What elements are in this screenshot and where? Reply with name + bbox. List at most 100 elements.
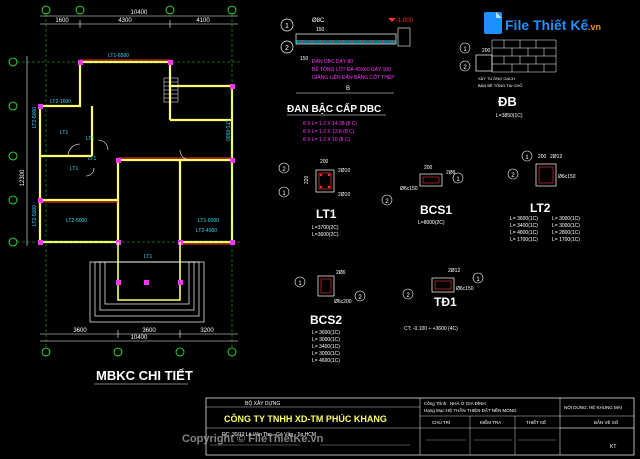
bcs2-marker-1-text: 1: [298, 281, 302, 287]
beam-label-lintel-c: LT1: [70, 166, 78, 172]
tb-item: HỆ THẦN THIỆN ĐẤT NỀN MÓNG: [446, 406, 517, 413]
beam-label-middle: LT1: [86, 136, 94, 142]
db-section: [475, 54, 493, 72]
lt2-length-r1: L= 3000(1C): [552, 216, 580, 222]
db-brick-wall: [491, 39, 557, 73]
slab-marker-1-text: 1: [285, 23, 289, 30]
bcs2-marker-2-text: 2: [358, 295, 362, 301]
bcs1-detail: 2 1 200 2Ø6 Ø6c150 BCS1 L=8000(2C): [381, 165, 464, 226]
td1-marker-1-text: 1: [476, 277, 480, 283]
tb-sheet-label: BẢN VẼ SỐ: [594, 419, 619, 425]
lt2-length-r4: L= 1700(1C): [552, 237, 580, 243]
beam-label-lintel-a: LT1: [60, 130, 68, 136]
td1-bar-2: Ø6c150: [456, 286, 474, 292]
bcs2-bar-1: 2Ø6: [336, 270, 346, 276]
bcs1-title: BCS1: [420, 203, 452, 217]
beam-label-bottom-left: LT2-5000: [66, 218, 87, 224]
bcs1-marker-1-text: 1: [456, 177, 460, 183]
tb-scale: KT: [610, 444, 616, 450]
tb-col-b: KIỂM TRA: [480, 419, 501, 425]
plan-porch-columns: [116, 280, 183, 285]
logo-domain: .vn: [588, 22, 601, 32]
plan-grid-lines: [17, 14, 240, 348]
bcs2-stirrup: [320, 278, 332, 294]
td1-stirrup: [434, 280, 452, 290]
bcs1-marker-2-text: 2: [385, 199, 389, 205]
plan-porch: [117, 242, 181, 301]
slab-level: -1.000: [396, 18, 414, 24]
lt2-detail: 1 2 200 2Ø12 Ø6c150 LT2 L= 3600(1C) L= 3…: [507, 150, 580, 243]
slab-dim-top: 150: [316, 27, 325, 33]
db-note-a: XÂY TƯỜNG GẠCH: [478, 76, 515, 81]
grid-bubbles-left: [8, 57, 18, 247]
plan-top-dim-2: 4300: [118, 18, 132, 24]
lt2-dim: 200: [538, 154, 547, 160]
tb-header: BỘ XÂY DỰNG: [245, 400, 280, 407]
lt1-marker-2-text: 2: [282, 167, 286, 173]
slab-bar-text: Ø8C: [312, 18, 325, 24]
td1-detail: 2 1 2Ø12 Ø6c150 TĐ1 CT: -0.100 ÷ +3600 (…: [402, 268, 484, 332]
td1-bar-1: 2Ø12: [448, 268, 460, 274]
lt2-title: LT2: [530, 201, 551, 215]
td1-elevation: CT: -0.100 ÷ +3600 (4C): [404, 326, 458, 332]
tb-company: CÔNG TY TNHH XD-TM PHÚC KHANG: [224, 413, 387, 424]
lt2-stirrup: [538, 166, 554, 184]
plan-dimension-lines: [26, 15, 238, 342]
plan-entrance-steps: [89, 261, 205, 323]
tb-content: NỘI DUNG: HỆ KHUNG MÁI: [564, 403, 622, 410]
logo-text: File Thiết Kế: [505, 17, 588, 33]
grid-bubbles-bottom: [41, 347, 237, 357]
lt2-marker-1-text: 1: [525, 155, 529, 161]
td1-marker-2-text: 2: [406, 293, 410, 299]
plan-top-dim-1: 1600: [55, 18, 69, 24]
lt2-marker-2-text: 2: [511, 173, 515, 179]
lt1-bars: [319, 173, 331, 189]
bcs2-length-3: L= 3400(1C): [312, 344, 340, 350]
cad-drawing: 10400 1600 4300 4100 3600 3600 3200 1040…: [8, 5, 635, 456]
plan-bottom-dim-2: 3600: [142, 328, 156, 334]
bcs2-length-2: L= 3000(1C): [312, 337, 340, 343]
beam-label-top: LT1-6500: [108, 53, 129, 59]
tb-project-label: Công Trình:: [424, 401, 448, 406]
lt2-length-l1: L= 3600(1C): [510, 216, 538, 222]
watermark-logo: File Thiết Kế .vn: [484, 12, 601, 34]
plan-top-dim-3: 4100: [196, 18, 210, 24]
plan-top-total: 10400: [131, 10, 148, 16]
title-block: BỘ XÂY DỰNG CÔNG TY TNHH XD-TM PHÚC KHAN…: [205, 397, 635, 456]
bcs2-detail: 1 2 2Ø6 Ø6c200 BCS2 L= 3600(1C) L= 3000(…: [294, 270, 366, 364]
lt2-length-r3: L= 2800(1C): [552, 230, 580, 236]
lt1-marker-1-text: 1: [282, 191, 286, 197]
lt1-dim-2: 220: [304, 175, 310, 184]
tb-project: NHÀ Ở GIA ĐÌNH: [450, 400, 486, 406]
beam-label-entrance: LT1: [144, 254, 152, 260]
bcs2-length-1: L= 3600(1C): [312, 330, 340, 336]
bcs2-length-4: L= 3000(1C): [312, 351, 340, 357]
db-marker-1-text: 1: [463, 47, 467, 53]
lt1-title: LT1: [316, 207, 337, 221]
slab-dim-left: 150: [300, 56, 309, 62]
lt2-length-l2: L= 3400(1C): [510, 223, 538, 229]
db-marker-2-text: 2: [463, 65, 467, 71]
bcs1-bar-2: Ø6c150: [400, 186, 418, 192]
tb-item-label: Hạng Mục:: [424, 408, 446, 413]
td1-title: TĐ1: [434, 295, 457, 309]
plan-left-dim: 12300: [20, 169, 26, 186]
slab-dim-bottom: B: [346, 86, 350, 92]
tb-col-c: THIẾT KẾ: [526, 419, 546, 425]
slab-length-2: 8 X L= 1.2 X 12.8 (8 C): [303, 129, 355, 135]
lt1-length-2: L=3600(2C): [312, 232, 339, 238]
slab-level-marker: [388, 18, 396, 22]
watermark-copyright: Copyright © FileThietKe.vn: [182, 433, 324, 445]
slab-edge: [397, 27, 411, 47]
plan-title: MBKC CHI TIẾT: [96, 368, 193, 383]
lt2-bar-2: Ø6c150: [558, 174, 576, 180]
slab-title: ĐAN BẬC CẤP DBC: [287, 102, 381, 115]
bcs1-dim: 200: [424, 165, 433, 171]
tb-col-a: CHỦ TRÌ: [432, 419, 450, 425]
slab-note-3: GIẰNG LIÊN ĐÂN BẰNG CỐT THÉP: [312, 73, 395, 81]
lt2-length-l4: L= 1700(1C): [510, 237, 538, 243]
slab-note-1: ĐAN DBC DÀY 80: [312, 58, 353, 65]
bcs1-stirrup: [422, 176, 440, 184]
lt1-detail: 2 1 200 220 2Ø10 2Ø10 LT1 L=3700(2C) L=3…: [278, 159, 350, 238]
beam-label-top-left: LT2-1600: [50, 99, 71, 105]
